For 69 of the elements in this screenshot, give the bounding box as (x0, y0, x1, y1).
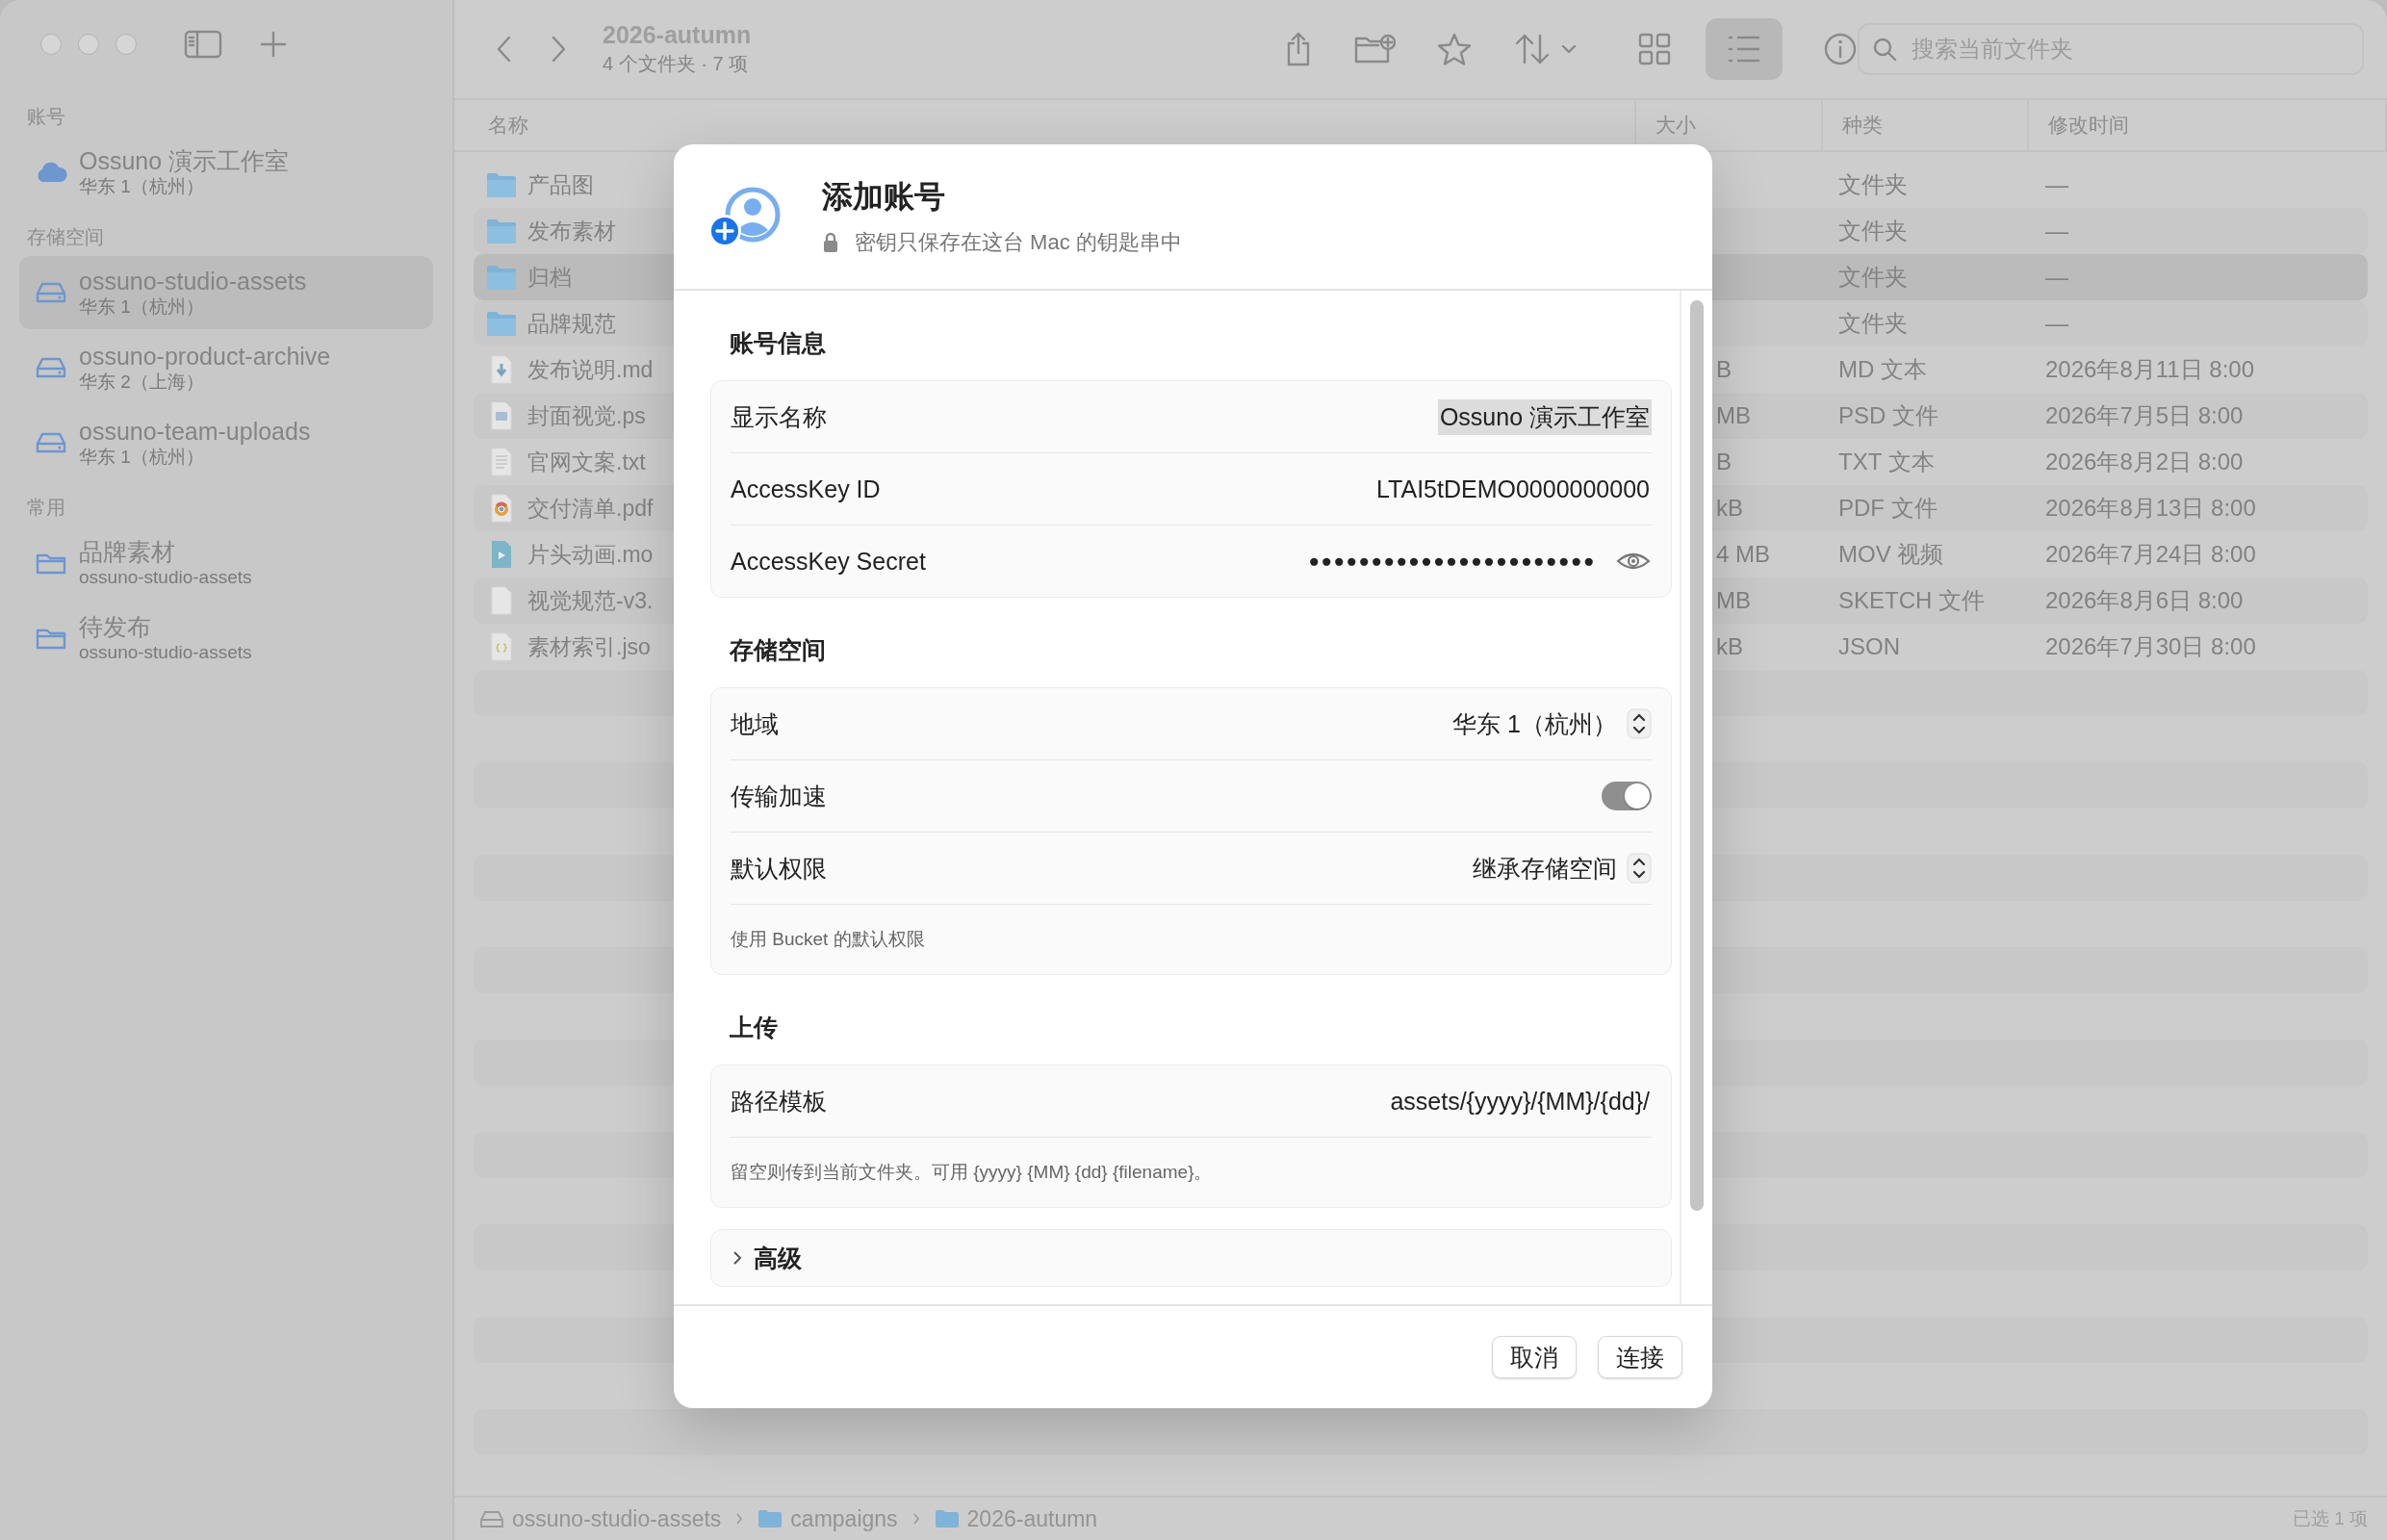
file-kind: JSON (1838, 633, 1900, 660)
file-date: 2026年7月30日 8:00 (2045, 632, 2256, 661)
file-date: 2026年7月5日 8:00 (2045, 401, 2244, 430)
file-size: kB (1716, 495, 1743, 522)
sidebar-item-label: Ossuno 演示工作室 (79, 146, 290, 175)
sidebar-item-label: 品牌素材 (79, 537, 176, 566)
file-size: B (1716, 356, 1732, 383)
field-label: 地域 (731, 708, 779, 739)
section-title: 上传 (730, 1013, 779, 1042)
file-name: 封面视觉.ps (527, 401, 646, 430)
sidebar-item-label: ossuno-team-uploads (79, 417, 311, 446)
file-name: 品牌规范 (527, 309, 616, 338)
sidebar-item-detail: ossuno-studio-assets (79, 641, 252, 664)
file-kind: 文件夹 (1838, 263, 1908, 292)
file-name: 交付清单.pdf (527, 494, 654, 523)
file-date: 2026年8月13日 8:00 (2045, 494, 2256, 523)
file-name: 视觉规范-v3. (527, 586, 654, 615)
file-size: MB (1716, 587, 1751, 614)
folder-summary: 4 个文件夹 · 7 项 (603, 52, 750, 76)
file-date: 2026年8月2日 8:00 (2045, 448, 2244, 476)
hint-text: 留空则传到当前文件夹。可用 {yyyy} {MM} {dd} {filename}。 (731, 1161, 1213, 1184)
file-name: 发布说明.md (527, 355, 654, 384)
field-label: 显示名称 (731, 401, 827, 432)
field-label: AccessKey ID (731, 475, 881, 503)
file-name: 片头动画.mo (527, 540, 654, 569)
file-date: — (2045, 171, 2068, 198)
hint-text: 使用 Bucket 的默认权限 (731, 928, 925, 951)
file-kind: PDF 文件 (1838, 494, 1938, 523)
file-kind: MD 文本 (1838, 355, 1927, 384)
sidebar-item-detail: 华东 1（杭州） (79, 446, 205, 469)
file-size: 4 MB (1716, 541, 1770, 568)
sidebar-item-label: 待发布 (79, 612, 152, 641)
section-title: 存储空间 (730, 635, 827, 665)
file-kind: SKETCH 文件 (1838, 586, 1985, 615)
file-size: MB (1716, 402, 1751, 429)
field-label: 传输加速 (731, 781, 827, 811)
file-name: 产品图 (527, 170, 594, 199)
file-date: 2026年8月6日 8:00 (2045, 586, 2244, 615)
file-kind: 文件夹 (1838, 217, 1908, 245)
section-title: 账号信息 (730, 328, 827, 358)
file-kind: MOV 视频 (1838, 540, 1944, 569)
file-name: 官网文案.txt (527, 448, 646, 476)
field-label: 默认权限 (731, 853, 827, 884)
sidebar-item-detail: 华东 1（杭州） (79, 175, 205, 198)
file-kind: PSD 文件 (1838, 401, 1938, 430)
file-kind: 文件夹 (1838, 170, 1908, 199)
file-size: kB (1716, 633, 1743, 660)
file-kind: 文件夹 (1838, 309, 1908, 338)
sidebar-item-detail: ossuno-studio-assets (79, 566, 252, 589)
dialog-subtitle: 密钥只保存在这台 Mac 的钥匙串中 (855, 229, 1182, 256)
field-label: AccessKey Secret (731, 547, 926, 576)
dialog-title: 添加账号 (822, 178, 946, 216)
sidebar-item-detail: 华东 1（杭州） (79, 295, 205, 319)
file-size: B (1716, 449, 1732, 475)
file-date: 2026年8月11日 8:00 (2045, 355, 2255, 384)
field-label: 路径模板 (731, 1086, 827, 1116)
file-date: — (2045, 264, 2068, 291)
sidebar-item-label: ossuno-product-archive (79, 342, 331, 371)
file-date: — (2045, 218, 2068, 244)
file-name: 发布素材 (527, 217, 616, 245)
sidebar-section-title: 常用 (26, 496, 66, 520)
file-kind: TXT 文本 (1838, 448, 1935, 476)
sidebar-section-title: 账号 (26, 105, 66, 129)
file-name: 归档 (527, 263, 572, 292)
file-name: 素材索引.jso (527, 632, 651, 661)
sidebar-item-detail: 华东 2（上海） (79, 371, 205, 394)
file-date: 2026年7月24日 8:00 (2045, 540, 2256, 569)
file-date: — (2045, 310, 2068, 337)
sidebar-section-title: 存储空间 (26, 225, 105, 249)
